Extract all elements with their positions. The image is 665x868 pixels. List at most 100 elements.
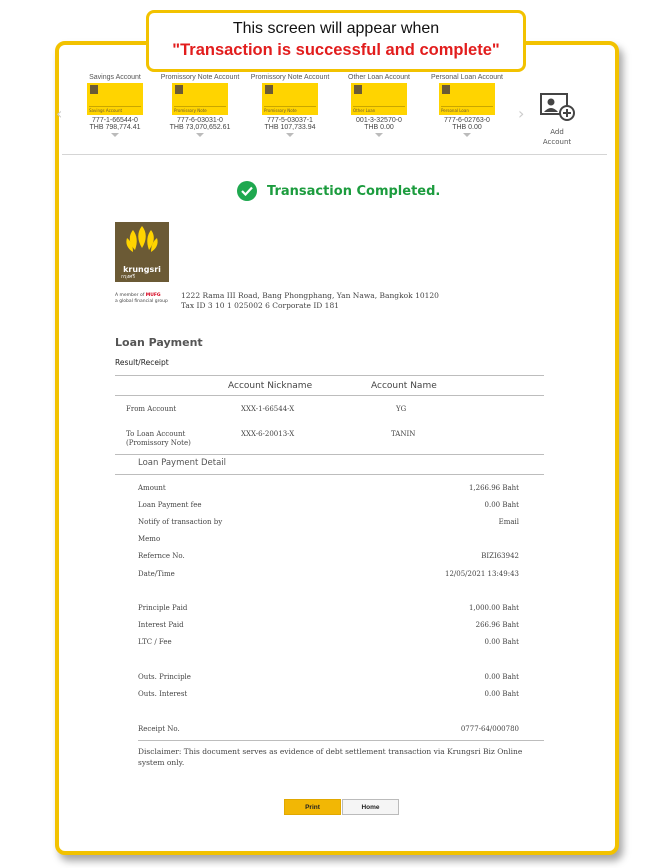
account-number: 777-5-03037-1 xyxy=(267,117,313,124)
krungsri-logo: krungsri กรุงศรี xyxy=(115,222,169,282)
card-label: Other Loan xyxy=(353,106,405,113)
detail-row: Memo xyxy=(138,535,519,545)
detail-row: Receipt No. 0777-64/000780 xyxy=(138,725,519,735)
mufg-label: MUFG xyxy=(145,293,161,298)
detail-label: Loan Payment fee xyxy=(138,501,202,509)
detail-row: Principle Paid 1,000.00 Baht xyxy=(138,604,519,614)
page-subtitle: Result/Receipt xyxy=(115,358,169,367)
divider xyxy=(138,740,544,741)
detail-row: Notify of transaction by Email xyxy=(138,518,519,528)
address-line-2: Tax ID 3 10 1 025002 6 Corporate ID 181 xyxy=(181,301,339,310)
detail-label: Refernce No. xyxy=(138,552,185,560)
account-card-personal-loan[interactable]: Personal Loan Account Personal Loan 777-… xyxy=(424,74,510,137)
detail-value: BIZI63942 xyxy=(481,552,519,560)
from-account-name: YG xyxy=(396,405,407,413)
home-button[interactable]: Home xyxy=(342,799,399,815)
check-circle-icon xyxy=(237,181,257,201)
detail-label: Date/Time xyxy=(138,570,175,578)
detail-label: Receipt No. xyxy=(138,725,180,733)
detail-row: Refernce No. BIZI63942 xyxy=(138,552,519,562)
detail-value: 0777-64/000780 xyxy=(460,725,519,733)
add-account-label-1: Add xyxy=(550,128,564,136)
chevron-down-icon xyxy=(375,133,383,137)
add-account-button[interactable]: Add Account xyxy=(532,92,582,146)
col-header-name: Account Name xyxy=(371,381,437,391)
carousel-next-icon[interactable]: › xyxy=(518,104,524,123)
print-button[interactable]: Print xyxy=(284,799,341,815)
detail-row: Loan Payment fee 0.00 Baht xyxy=(138,501,519,511)
detail-label: Principle Paid xyxy=(138,604,188,612)
detail-label: LTC / Fee xyxy=(138,638,172,646)
krungsri-logo-icon xyxy=(354,85,362,94)
account-card-image: Promissory Note xyxy=(262,83,318,115)
divider xyxy=(115,395,544,396)
address-line-1: 1222 Rama III Road, Bang Phongphang, Yan… xyxy=(181,291,439,300)
detail-row: Interest Paid 266.96 Baht xyxy=(138,621,519,631)
account-card-image: Personal Loan xyxy=(439,83,495,115)
detail-value: 0.00 Baht xyxy=(484,673,519,681)
add-account-icon xyxy=(540,93,575,121)
account-type: Other Loan Account xyxy=(348,74,410,81)
status-text: Transaction Completed. xyxy=(267,183,441,199)
card-label: Promissory Note xyxy=(264,106,316,113)
chevron-down-icon xyxy=(286,133,294,137)
bank-address: 1222 Rama III Road, Bang Phongphang, Yan… xyxy=(181,291,439,311)
callout-line-1: This screen will appear when xyxy=(232,20,440,37)
detail-value: 0.00 Baht xyxy=(484,638,519,646)
account-card-other-loan[interactable]: Other Loan Account Other Loan 001-3-3257… xyxy=(342,74,416,137)
account-card-image: Promissory Note xyxy=(172,83,228,115)
divider xyxy=(115,375,544,376)
chevron-down-icon xyxy=(463,133,471,137)
transaction-status: Transaction Completed. xyxy=(237,181,440,201)
detail-row: LTC / Fee 0.00 Baht xyxy=(138,638,519,648)
detail-heading: Loan Payment Detail xyxy=(138,458,227,468)
krungsri-emblem-icon xyxy=(126,226,158,252)
account-card-promissory-1[interactable]: Promissory Note Account Promissory Note … xyxy=(158,74,242,137)
detail-value: 0.00 Baht xyxy=(484,501,519,509)
account-balance: THB 107,733.94 xyxy=(264,124,316,131)
account-card-savings[interactable]: Savings Account Savings Account 777-1-66… xyxy=(76,74,154,137)
detail-value: 12/05/2021 13:49:43 xyxy=(444,570,519,578)
from-account-label: From Account xyxy=(126,405,177,413)
detail-value: 1,000.00 Baht xyxy=(468,604,519,612)
detail-row: Amount 1,266.96 Baht xyxy=(138,484,519,494)
divider xyxy=(115,474,544,475)
card-label: Promissory Note xyxy=(174,106,226,113)
detail-value: 1,266.96 Baht xyxy=(468,484,519,492)
member-text: A member of MUFG a global financial grou… xyxy=(115,293,168,305)
member-prefix: A member of xyxy=(115,293,146,298)
detail-label: Amount xyxy=(138,484,166,492)
add-account-label-2: Account xyxy=(542,138,572,146)
account-card-image: Savings Account xyxy=(87,83,143,115)
divider xyxy=(115,454,544,455)
page-title: Loan Payment xyxy=(115,336,203,349)
from-account-nickname: XXX-1-66544-X xyxy=(241,405,295,413)
detail-label: Interest Paid xyxy=(138,621,184,629)
member-group: a global financial group xyxy=(115,299,168,304)
detail-row: Outs. Interest 0.00 Baht xyxy=(138,690,519,700)
carousel-prev-icon[interactable]: ‹ xyxy=(56,104,62,123)
account-type: Promissory Note Account xyxy=(250,74,330,81)
account-carousel: ‹ Savings Account Savings Account 777-1-… xyxy=(56,74,607,155)
account-number: 777-6-02763-0 xyxy=(444,117,490,124)
account-type: Promissory Note Account xyxy=(160,74,240,81)
account-type: Personal Loan Account xyxy=(431,74,503,81)
disclaimer-text: Disclaimer: This document serves as evid… xyxy=(138,747,523,767)
account-number: 777-1-66544-0 xyxy=(92,117,138,124)
krungsri-logo-icon xyxy=(175,85,183,94)
account-balance: THB 0.00 xyxy=(364,124,394,131)
account-balance: THB 73,070,652.61 xyxy=(169,124,231,131)
card-label: Personal Loan xyxy=(441,106,493,113)
krungsri-logo-icon xyxy=(442,85,450,94)
detail-label: Memo xyxy=(138,535,161,543)
krungsri-logo-icon xyxy=(90,85,98,94)
logo-brand-thai: กรุงศรี xyxy=(121,274,136,280)
info-callout: This screen will appear when "Transactio… xyxy=(146,10,526,72)
detail-value: Email xyxy=(498,518,519,526)
to-account-name: TANIN xyxy=(391,430,416,438)
detail-label: Outs. Interest xyxy=(138,690,188,698)
account-balance: THB 0.00 xyxy=(452,124,482,131)
callout-line-2: "Transaction is successful and complete" xyxy=(172,41,500,59)
account-card-promissory-2[interactable]: Promissory Note Account Promissory Note … xyxy=(244,74,336,137)
col-header-nickname: Account Nickname xyxy=(228,381,313,391)
